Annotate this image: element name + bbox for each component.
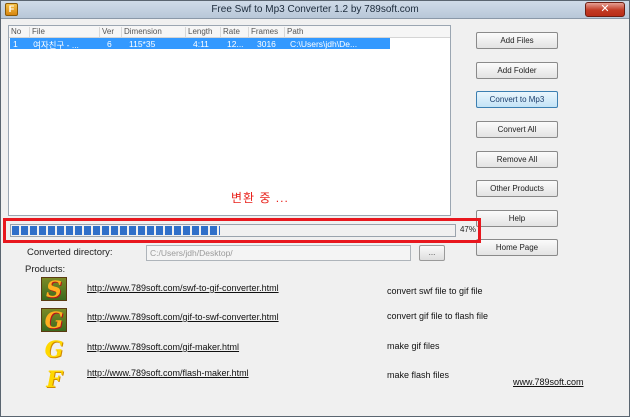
table-row[interactable]: 1 여자친구 - ... 6 115*35 4:11 12... 3016 C:… (10, 38, 390, 49)
conversion-status-text: 변환 중 ... (231, 191, 289, 205)
products-label: Products: (25, 264, 66, 275)
flash-maker-product-icon[interactable]: F (41, 368, 67, 392)
column-header-dimension[interactable]: Dimension (122, 27, 186, 37)
column-header-frames[interactable]: Frames (249, 27, 285, 37)
progress-fill (12, 226, 220, 235)
product-link-flash-maker[interactable]: http://www.789soft.com/flash-maker.html (87, 368, 249, 378)
other-products-button[interactable]: Other Products (476, 180, 558, 197)
product-desc-flash-maker: make flash files (387, 370, 450, 380)
progress-highlight-frame: 47% (3, 218, 481, 243)
swf-to-gif-product-icon[interactable]: S (41, 277, 67, 302)
remove-all-button[interactable]: Remove All (476, 151, 558, 168)
product-link-gif-to-swf[interactable]: http://www.789soft.com/gif-to-swf-conver… (87, 312, 279, 322)
title-bar[interactable]: F Free Swf to Mp3 Converter 1.2 by 789so… (1, 1, 629, 19)
progress-bar (10, 224, 456, 237)
browse-button[interactable]: ... (419, 245, 445, 261)
file-list[interactable]: No File Ver Dimension Length Rate Frames… (8, 25, 451, 216)
product-link-gif-maker[interactable]: http://www.789soft.com/gif-maker.html (87, 342, 239, 352)
gif-maker-product-icon[interactable]: G (41, 338, 67, 362)
cell-ver: 6 (107, 39, 112, 49)
cell-length: 4:11 (193, 39, 209, 49)
converted-directory-label: Converted directory: (27, 247, 113, 258)
column-header-path[interactable]: Path (285, 27, 450, 37)
product-desc-gif-maker: make gif files (387, 341, 440, 351)
website-link[interactable]: www.789soft.com (513, 377, 584, 387)
cell-frames: 3016 (257, 39, 276, 49)
column-header-ver[interactable]: Ver (100, 27, 122, 37)
convert-to-mp3-button[interactable]: Convert to Mp3 (476, 91, 558, 108)
product-link-swf-to-gif[interactable]: http://www.789soft.com/swf-to-gif-conver… (87, 283, 279, 293)
cell-no: 1 (13, 39, 18, 49)
help-button[interactable]: Help (476, 210, 558, 227)
add-folder-button[interactable]: Add Folder (476, 62, 558, 79)
add-files-button[interactable]: Add Files (476, 32, 558, 49)
file-list-header: No File Ver Dimension Length Rate Frames… (9, 26, 450, 38)
gif-to-swf-product-icon[interactable]: G (41, 308, 67, 333)
column-header-rate[interactable]: Rate (221, 27, 249, 37)
converted-directory-field[interactable] (146, 245, 411, 261)
product-desc-swf-to-gif: convert swf file to gif file (387, 286, 483, 296)
column-header-length[interactable]: Length (186, 27, 221, 37)
window-title: Free Swf to Mp3 Converter 1.2 by 789soft… (211, 4, 419, 15)
close-button[interactable]: ✕ (585, 2, 625, 17)
cell-rate: 12... (227, 39, 244, 49)
column-header-file[interactable]: File (30, 27, 100, 37)
cell-file: 여자친구 - ... (33, 40, 79, 49)
cell-dimension: 115*35 (129, 39, 156, 49)
convert-all-button[interactable]: Convert All (476, 121, 558, 138)
main-window: F Free Swf to Mp3 Converter 1.2 by 789so… (0, 0, 630, 417)
cell-path: C:\Users\jdh\De... (290, 39, 358, 49)
product-desc-gif-to-swf: convert gif file to flash file (387, 311, 489, 321)
column-header-no[interactable]: No (9, 27, 30, 37)
home-page-button[interactable]: Home Page (476, 239, 558, 256)
progress-percent-label: 47% (459, 225, 476, 234)
